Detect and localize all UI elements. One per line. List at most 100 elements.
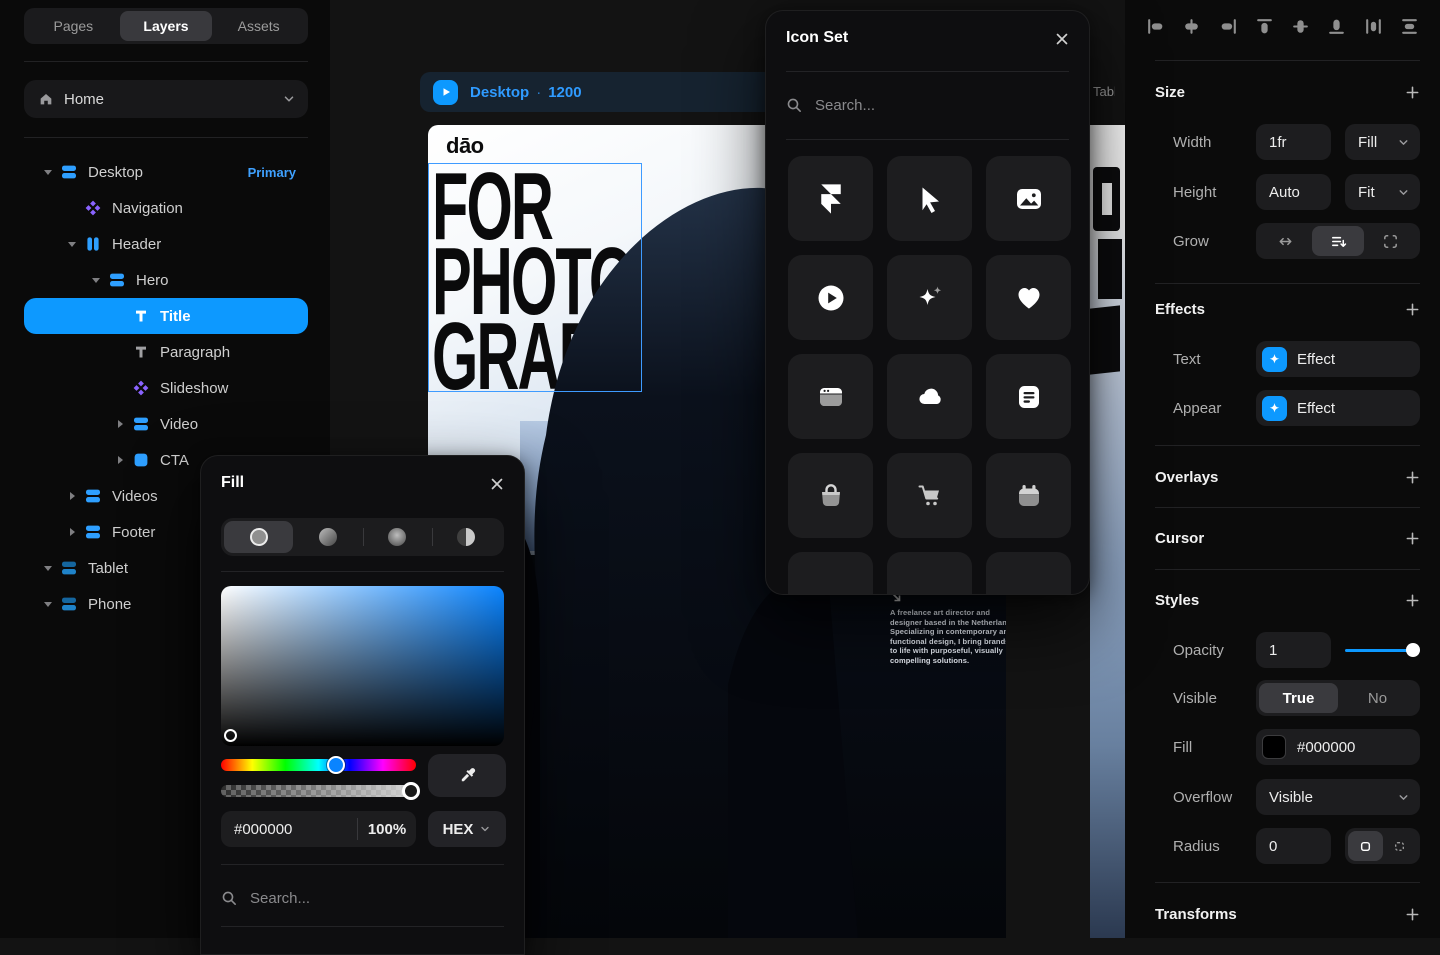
text-effect-pill[interactable]: Effect <box>1256 341 1420 377</box>
close-icon[interactable] <box>488 475 506 493</box>
radius-mode-control <box>1345 828 1420 864</box>
color-swatch[interactable] <box>1262 735 1286 759</box>
layer-row-navigation[interactable]: Navigation <box>24 190 308 226</box>
height-input[interactable]: Auto <box>1256 174 1331 210</box>
layer-row-slideshow[interactable]: Slideshow <box>24 370 308 406</box>
alpha-value-input[interactable]: 100% <box>358 821 416 838</box>
align-left-icon[interactable] <box>1145 16 1166 37</box>
tablet-frame[interactable] <box>1090 125 1125 938</box>
fill-search-field[interactable]: Search... <box>221 880 504 916</box>
visible-true-option[interactable]: True <box>1259 683 1338 713</box>
hex-value-input[interactable]: #000000 <box>221 821 357 838</box>
overlays-section-header: Overlays <box>1155 459 1420 495</box>
add-effect-button[interactable] <box>1405 302 1420 317</box>
icon-tile-image[interactable] <box>986 156 1071 241</box>
hue-slider[interactable] <box>221 759 416 771</box>
overflow-select[interactable]: Visible <box>1256 779 1420 815</box>
tab-layers[interactable]: Layers <box>120 11 213 41</box>
icon-search-field[interactable]: Search... <box>786 87 1069 123</box>
icon-tile-note[interactable] <box>986 354 1071 439</box>
slider-thumb[interactable] <box>1406 643 1420 657</box>
add-style-button[interactable] <box>1405 593 1420 608</box>
fill-solid-option[interactable] <box>224 521 293 553</box>
add-overlay-button[interactable] <box>1405 470 1420 485</box>
icon-tile-bag[interactable] <box>788 453 873 538</box>
caret-down-icon[interactable] <box>36 170 60 175</box>
layer-row-title-selected[interactable]: Title <box>24 298 308 334</box>
distribute-horizontal-icon[interactable] <box>1363 16 1384 37</box>
icon-tile-partial[interactable] <box>986 552 1071 595</box>
radius-uniform-option[interactable] <box>1348 831 1383 861</box>
appear-effect-pill[interactable]: Effect <box>1256 390 1420 426</box>
caret-right-icon[interactable] <box>108 420 132 428</box>
fill-color-control[interactable]: #000000 <box>1256 729 1420 765</box>
align-center-horizontal-icon[interactable] <box>1181 16 1202 37</box>
grow-horizontal-option[interactable] <box>1259 226 1312 256</box>
page-selector-label: Home <box>64 91 104 108</box>
icon-tile-app-window[interactable] <box>788 354 873 439</box>
layer-row-paragraph[interactable]: Paragraph <box>24 334 308 370</box>
icon-tile-cursor[interactable] <box>887 156 972 241</box>
icon-tile-calendar[interactable] <box>986 453 1071 538</box>
visible-no-option[interactable]: No <box>1338 683 1417 713</box>
hue-thumb[interactable] <box>327 756 345 774</box>
radius-input[interactable]: 0 <box>1256 828 1331 864</box>
icon-tile-framer[interactable] <box>788 156 873 241</box>
icon-tile-partial[interactable] <box>788 552 873 595</box>
caret-down-icon[interactable] <box>36 566 60 571</box>
preview-play-button[interactable] <box>433 80 458 105</box>
color-picker-thumb[interactable] <box>224 729 237 742</box>
icon-tile-partial[interactable] <box>887 552 972 595</box>
add-cursor-button[interactable] <box>1405 531 1420 546</box>
tab-assets[interactable]: Assets <box>212 11 305 41</box>
about-text-block[interactable]: A freelance art director and designer ba… <box>890 591 1006 666</box>
icon-tile-heart[interactable] <box>986 255 1071 340</box>
page-selector[interactable]: Home <box>24 80 308 118</box>
align-top-icon[interactable] <box>1254 16 1275 37</box>
layer-row-header[interactable]: Header <box>24 226 308 262</box>
align-bottom-icon[interactable] <box>1326 16 1347 37</box>
play-circle-icon <box>815 282 847 314</box>
selection-outline[interactable] <box>428 163 642 392</box>
caret-right-icon[interactable] <box>60 492 84 500</box>
icon-tile-sparkles[interactable] <box>887 255 972 340</box>
eyedropper-button[interactable] <box>428 754 506 797</box>
fill-radial-gradient-option[interactable] <box>363 521 432 553</box>
caret-down-icon[interactable] <box>60 242 84 247</box>
align-right-icon[interactable] <box>1218 16 1239 37</box>
close-icon[interactable] <box>1053 30 1071 48</box>
alpha-thumb[interactable] <box>402 782 420 800</box>
color-format-select[interactable]: HEX <box>428 811 506 847</box>
caret-right-icon[interactable] <box>60 528 84 536</box>
radius-individual-option[interactable] <box>1383 831 1418 861</box>
add-transform-button[interactable] <box>1405 907 1420 922</box>
width-input[interactable]: 1fr <box>1256 124 1331 160</box>
distribute-vertical-icon[interactable] <box>1399 16 1420 37</box>
caret-right-icon[interactable] <box>108 456 132 464</box>
layer-row-hero[interactable]: Hero <box>24 262 308 298</box>
layer-row-video[interactable]: Video <box>24 406 308 442</box>
tablet-frame-label[interactable]: Tablet <box>1093 84 1115 99</box>
caret-down-icon[interactable] <box>36 602 60 607</box>
saturation-value-picker[interactable] <box>221 586 504 746</box>
icon-tile-cart[interactable] <box>887 453 972 538</box>
icon-tile-play[interactable] <box>788 255 873 340</box>
fill-linear-gradient-option[interactable] <box>293 521 362 553</box>
align-center-vertical-icon[interactable] <box>1290 16 1311 37</box>
caret-down-icon[interactable] <box>84 278 108 283</box>
overflow-row: Overflow Visible <box>1155 779 1420 815</box>
add-size-button[interactable] <box>1405 85 1420 100</box>
site-logo[interactable]: dāo <box>446 133 484 159</box>
grow-list-option[interactable] <box>1312 226 1365 256</box>
layer-row-desktop[interactable]: Desktop Primary <box>24 154 308 190</box>
grow-scale-option[interactable] <box>1364 226 1417 256</box>
opacity-slider[interactable] <box>1345 632 1420 668</box>
sparkles-icon <box>914 282 946 314</box>
tab-pages[interactable]: Pages <box>27 11 120 41</box>
opacity-input[interactable]: 1 <box>1256 632 1331 668</box>
width-mode-select[interactable]: Fill <box>1345 124 1420 160</box>
icon-tile-cloud[interactable] <box>887 354 972 439</box>
alpha-slider[interactable] <box>221 785 416 797</box>
height-mode-select[interactable]: Fit <box>1345 174 1420 210</box>
fill-image-option[interactable] <box>432 521 501 553</box>
